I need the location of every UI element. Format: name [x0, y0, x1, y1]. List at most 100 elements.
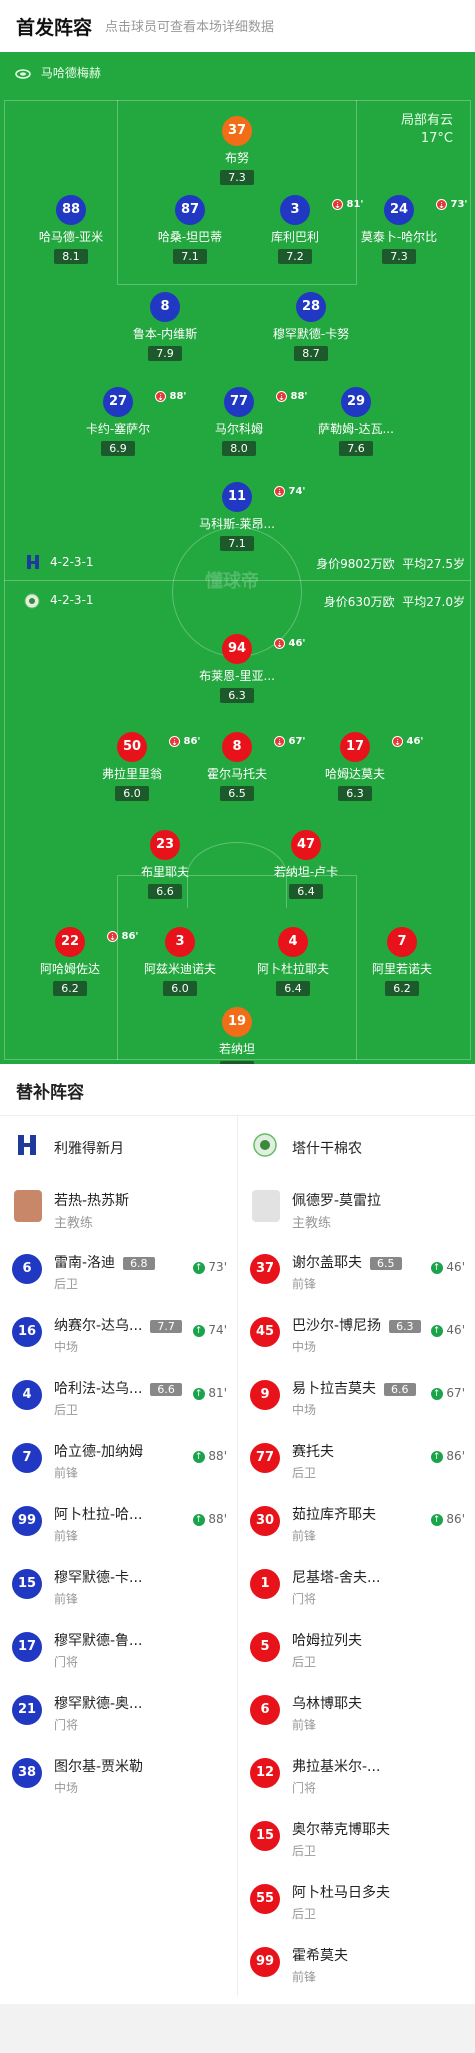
sub-on-icon: ↑ — [430, 1261, 443, 1274]
away-formation: 4-2-3-1 — [24, 593, 94, 609]
home-player[interactable]: 28 穆罕默德-卡努 8.7 — [261, 292, 361, 361]
away-player[interactable]: 7 阿里若诺夫 6.2 — [352, 927, 452, 996]
sub-player-row[interactable]: 6 乌林博耶夫 前锋 — [238, 1681, 475, 1744]
sub-player-row[interactable]: 38 图尔基-贾米勒 中场 — [0, 1744, 237, 1807]
player-name: 穆罕默德-卡努 — [272, 327, 350, 341]
coach-role: 主教练 — [54, 1216, 94, 1231]
away-player[interactable]: 17 ⇣ 46' 哈姆达莫夫 6.3 — [305, 732, 423, 801]
home-team-value: 身价9802万欧 平均27.5岁 — [316, 555, 465, 572]
home-player[interactable]: 27 ⇣ 88' 卡约-塞萨尔 6.9 — [68, 387, 186, 456]
sub-player-row[interactable]: 9 易卜拉吉莫夫 6.6 中场 ↑ 67' — [238, 1366, 475, 1429]
player-name: 阿兹米迪诺夫 — [143, 962, 216, 976]
home-team-name: 利雅得新月 — [54, 1141, 124, 1157]
sub-minute: 46' — [406, 736, 424, 747]
away-coach[interactable]: 佩德罗-莫雷拉 主教练 — [238, 1176, 475, 1240]
player-number: 24 ⇣ 73' — [384, 195, 467, 225]
sub-player-row[interactable]: 21 穆罕默德-奥... 门将 — [0, 1681, 237, 1744]
sub-player-row[interactable]: 5 哈姆拉列夫 后卫 — [238, 1618, 475, 1681]
sub-off-icon: ⇣ — [155, 390, 166, 402]
player-rating: 6.2 — [53, 981, 87, 996]
away-player[interactable]: 94 ⇣ 46' 布莱恩-里亚... 6.3 — [187, 634, 305, 703]
player-name: 莫泰卜-哈尔比 — [360, 230, 438, 244]
away-team-line[interactable]: 塔什干棉农 — [238, 1116, 475, 1176]
sub-player-row[interactable]: 77 赛托夫 后卫 ↑ 86' — [238, 1429, 475, 1492]
player-rating: 6.2 — [385, 981, 419, 996]
sub-position: 后卫 — [292, 1907, 317, 1921]
away-player[interactable]: 8 ⇣ 67' 霍尔马托夫 6.5 — [187, 732, 305, 801]
home-player[interactable]: 29 萨勒姆-达瓦... 7.6 — [306, 387, 406, 456]
sub-player-row[interactable]: 99 霍希莫夫 前锋 — [238, 1933, 475, 1996]
player-name: 布里耶夫 — [140, 865, 189, 879]
player-number: 11 ⇣ 74' — [222, 482, 305, 512]
sub-on-time: ↑ 88' — [192, 1512, 227, 1526]
sub-number: 45 — [250, 1317, 280, 1347]
sub-player-row[interactable]: 30 茹拉库齐耶夫 前锋 ↑ 86' — [238, 1492, 475, 1555]
home-player[interactable]: 88 哈马德-亚米 8.1 — [21, 195, 121, 264]
sub-off-icon: ⇣ — [274, 485, 285, 497]
sub-name: 茹拉库齐耶夫 — [292, 1507, 376, 1523]
home-formation-text: 4-2-3-1 — [50, 555, 94, 569]
sub-player-row[interactable]: 6 雷南-洛迪 6.8 后卫 ↑ 73' — [0, 1240, 237, 1303]
sub-rating: 6.5 — [370, 1256, 402, 1270]
home-player[interactable]: 87 哈桑-坦巴蒂 7.1 — [140, 195, 240, 264]
home-formation: 4-2-3-1 — [27, 555, 94, 569]
sub-player-row[interactable]: 17 穆罕默德-鲁... 门将 — [0, 1618, 237, 1681]
stadium-icon — [15, 68, 31, 79]
player-number: 27 ⇣ 88' — [103, 387, 186, 417]
home-player[interactable]: 8 鲁本-内维斯 7.9 — [115, 292, 215, 361]
sub-off-time: ⇣ 67' — [274, 727, 305, 757]
sub-name: 尼基塔-舍夫... — [292, 1570, 381, 1586]
sub-off-time: ⇣ 73' — [436, 190, 467, 220]
sub-player-row[interactable]: 15 奥尔蒂克博耶夫 后卫 — [238, 1807, 475, 1870]
sub-name: 霍希莫夫 — [292, 1948, 348, 1964]
home-player[interactable]: 3 ⇣ 81' 库利巴利 7.2 — [245, 195, 363, 264]
sub-minute: 88' — [290, 391, 308, 402]
away-player[interactable]: 23 布里耶夫 6.6 — [115, 830, 215, 899]
player-name: 若纳坦-卢卡 — [273, 865, 339, 879]
subs-header: 替补阵容 — [0, 1064, 475, 1116]
away-player[interactable]: 47 若纳坦-卢卡 6.4 — [256, 830, 356, 899]
away-player[interactable]: 4 阿卜杜拉耶夫 6.4 — [243, 927, 343, 996]
sub-number: 99 — [12, 1506, 42, 1536]
sub-on-icon: ↑ — [192, 1324, 205, 1337]
sub-player-row[interactable]: 55 阿卜杜马日多夫 后卫 — [238, 1870, 475, 1933]
home-team-logo-icon — [27, 555, 39, 569]
home-player[interactable]: 37 布努 7.3 — [187, 116, 287, 185]
sub-player-row[interactable]: 99 阿卜杜拉-哈... 前锋 ↑ 88' — [0, 1492, 237, 1555]
player-rating: 6.4 — [276, 981, 310, 996]
home-player[interactable]: 11 ⇣ 74' 马科斯-莱昂... 7.1 — [187, 482, 305, 551]
away-team-name: 塔什干棉农 — [292, 1141, 362, 1157]
sub-player-row[interactable]: 1 尼基塔-舍夫... 门将 — [238, 1555, 475, 1618]
sub-position: 中场 — [292, 1340, 317, 1354]
sub-player-row[interactable]: 37 谢尔盖耶夫 6.5 前锋 ↑ 46' — [238, 1240, 475, 1303]
away-player[interactable]: 3 阿兹米迪诺夫 6.0 — [130, 927, 230, 996]
player-number: 47 — [291, 830, 321, 860]
home-player[interactable]: 77 ⇣ 88' 马尔科姆 8.0 — [189, 387, 307, 456]
away-age-text: 平均27.0岁 — [402, 595, 465, 609]
sub-player-row[interactable]: 45 巴沙尔-博尼扬 6.3 中场 ↑ 46' — [238, 1303, 475, 1366]
sub-off-icon: ⇣ — [392, 735, 403, 747]
sub-name: 哈利法-达乌... 6.6 — [54, 1378, 182, 1398]
sub-position: 中场 — [54, 1781, 79, 1795]
sub-player-row[interactable]: 7 哈立德-加纳姆 前锋 ↑ 88' — [0, 1429, 237, 1492]
sub-player-row[interactable]: 15 穆罕默德-卡... 前锋 — [0, 1555, 237, 1618]
sub-player-row[interactable]: 16 纳赛尔-达乌... 7.7 中场 ↑ 74' — [0, 1303, 237, 1366]
away-player[interactable]: 19若纳坦7.4 — [187, 1007, 287, 1064]
away-player[interactable]: 22 ⇣ 86' 阿哈姆佐达 6.2 — [20, 927, 138, 996]
away-team-logo-icon — [24, 593, 40, 609]
sub-minute: 46' — [288, 638, 306, 649]
player-name: 若纳坦 — [218, 1042, 255, 1056]
player-name: 弗拉里里翁 — [101, 767, 162, 781]
sub-name: 易卜拉吉莫夫 6.6 — [292, 1378, 416, 1398]
player-name: 哈桑-坦巴蒂 — [157, 230, 223, 244]
sub-name: 穆罕默德-卡... — [54, 1570, 143, 1586]
player-number: 23 — [150, 830, 180, 860]
sub-player-row[interactable]: 4 哈利法-达乌... 6.6 后卫 ↑ 81' — [0, 1366, 237, 1429]
sub-number: 21 — [12, 1695, 42, 1725]
home-coach[interactable]: 若热-热苏斯 主教练 — [0, 1176, 237, 1240]
sub-position: 后卫 — [292, 1655, 317, 1669]
away-player[interactable]: 50 ⇣ 86' 弗拉里里翁 6.0 — [82, 732, 200, 801]
home-team-line[interactable]: 利雅得新月 — [0, 1116, 237, 1176]
sub-player-row[interactable]: 12 弗拉基米尔-... 门将 — [238, 1744, 475, 1807]
home-player[interactable]: 24 ⇣ 73' 莫泰卜-哈尔比 7.3 — [349, 195, 467, 264]
